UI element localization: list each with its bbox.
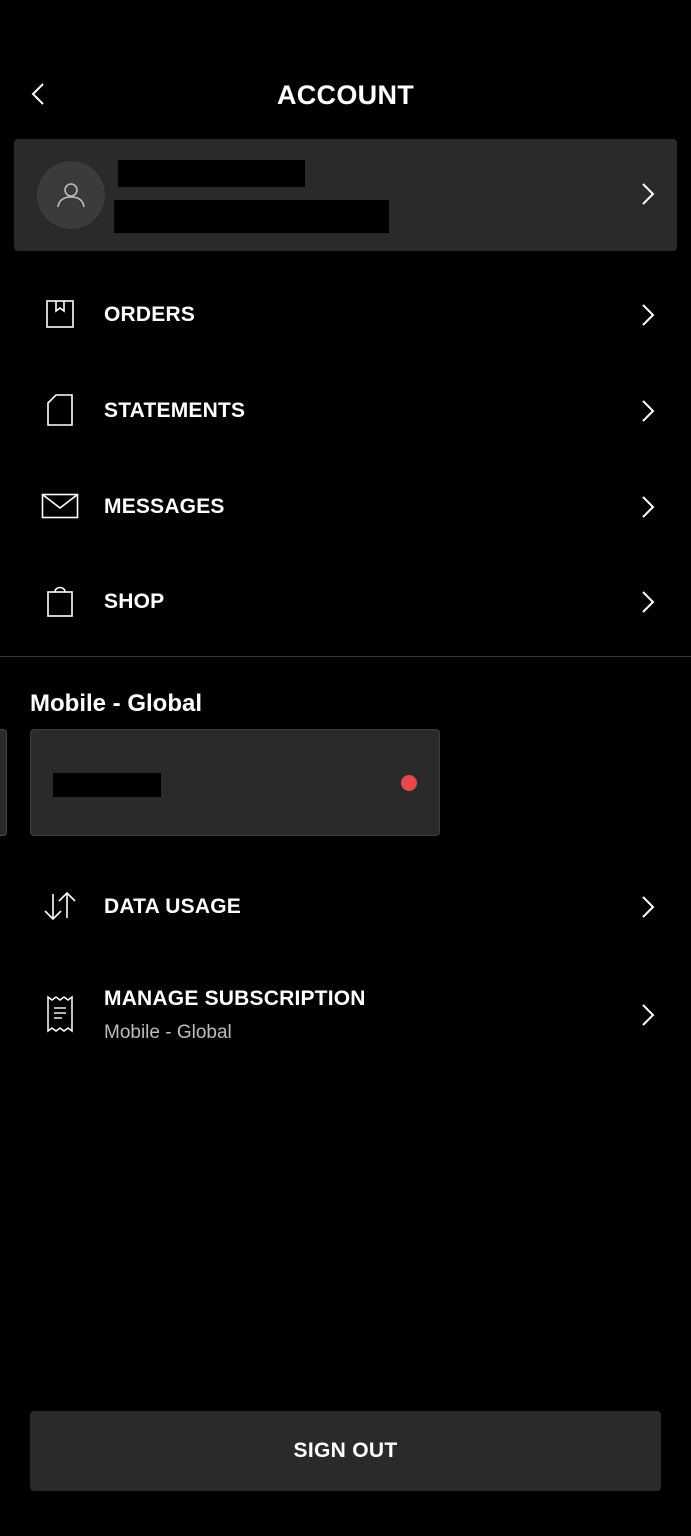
receipt-icon [40, 994, 80, 1034]
section-divider [0, 656, 691, 657]
chevron-right-icon [642, 591, 655, 613]
status-dot [401, 775, 417, 791]
chevron-right-icon [642, 496, 655, 518]
shopping-bag-icon [40, 581, 80, 621]
menu-item-label: MANAGE SUBSCRIPTION [104, 987, 366, 1010]
menu-item-orders[interactable]: ORDERS [0, 266, 691, 362]
bookmark-box-icon [40, 294, 80, 334]
chevron-right-icon [642, 1004, 655, 1026]
envelope-icon [40, 486, 80, 526]
subscription-card[interactable] [30, 729, 440, 836]
redacted-name [118, 160, 305, 187]
page-title: ACCOUNT [276, 80, 415, 110]
menu-item-manage-subscription[interactable]: MANAGE SUBSCRIPTION Mobile - Global [0, 960, 691, 1070]
menu-item-sublabel: Mobile - Global [104, 1022, 232, 1043]
menu-item-label: STATEMENTS [104, 399, 246, 422]
subscription-title: Mobile - Global [30, 690, 202, 717]
menu-item-label: SHOP [104, 590, 165, 613]
sign-out-button[interactable]: SIGN OUT [30, 1411, 661, 1491]
chevron-right-icon [642, 304, 655, 326]
chevron-right-icon [642, 400, 655, 422]
profile-card[interactable] [14, 139, 677, 251]
document-icon [40, 390, 80, 430]
chevron-right-icon [642, 896, 655, 918]
redacted-phone-number [53, 773, 161, 797]
menu-item-shop[interactable]: SHOP [0, 553, 691, 649]
avatar [37, 161, 105, 229]
menu-item-data-usage[interactable]: DATA USAGE [0, 858, 691, 954]
menu-item-messages[interactable]: MESSAGES [0, 458, 691, 554]
menu-item-label: DATA USAGE [104, 895, 241, 918]
redacted-email [114, 200, 389, 233]
chevron-right-icon [642, 183, 655, 205]
menu-item-statements[interactable]: STATEMENTS [0, 362, 691, 458]
previous-subscription-card[interactable] [0, 729, 7, 836]
up-down-arrows-icon [40, 886, 80, 926]
previous-subscription-title: l [0, 690, 1, 718]
header: ACCOUNT [0, 60, 691, 130]
user-icon [57, 183, 85, 208]
menu-item-label: MESSAGES [104, 495, 225, 518]
menu-item-label: ORDERS [104, 303, 196, 326]
